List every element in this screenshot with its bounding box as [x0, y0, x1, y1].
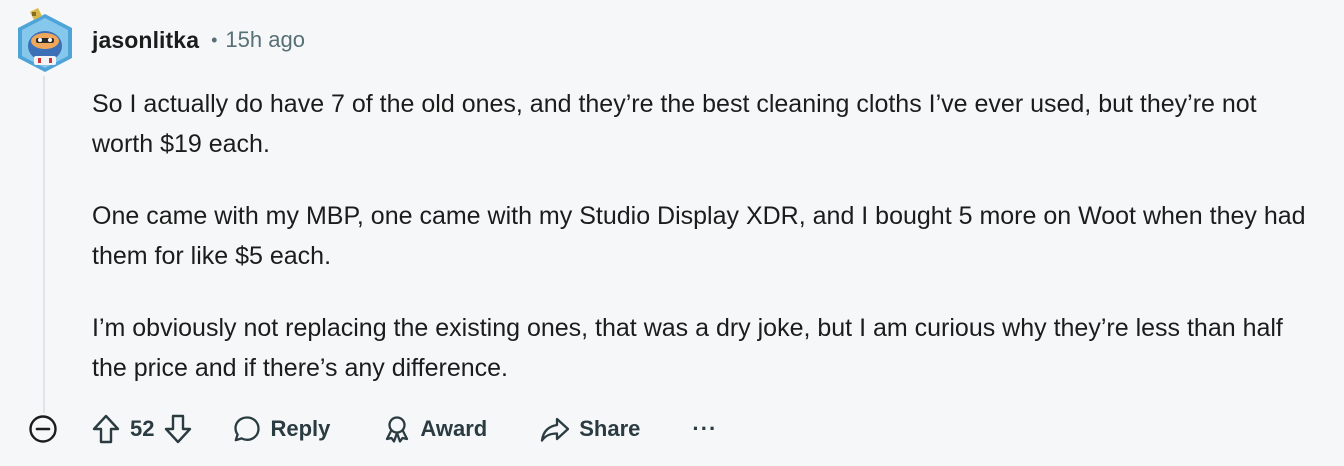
avatar-icon: [18, 8, 72, 72]
reply-label: Reply: [270, 416, 331, 441]
timestamp[interactable]: 15h ago: [225, 27, 305, 53]
minus-circle-icon: [29, 415, 57, 443]
collapse-button[interactable]: [27, 413, 59, 445]
vote-controls: 52: [88, 411, 196, 447]
award-label: Award: [420, 416, 488, 441]
reply-button[interactable]: Reply: [232, 414, 330, 444]
share-arrow-icon: [541, 417, 570, 442]
username-link[interactable]: jasonlitka: [92, 27, 199, 54]
comment-body: So I actually do have 7 of the old ones,…: [92, 84, 1322, 388]
meta-separator: •: [211, 29, 218, 50]
more-options-button[interactable]: ···: [692, 416, 717, 442]
share-label: Share: [579, 416, 641, 441]
thread-line: [43, 76, 45, 416]
arrow-down-icon: [165, 414, 192, 444]
award-button[interactable]: Award: [382, 414, 487, 444]
comment-paragraph: One came with my MBP, one came with my S…: [92, 202, 1306, 270]
speech-bubble-icon: [234, 416, 261, 442]
comment-header: jasonlitka • 15h ago: [92, 24, 305, 56]
vote-count: 52: [130, 416, 155, 441]
action-bar: 52 Reply Award Share ···: [88, 406, 717, 452]
avatar[interactable]: [14, 8, 76, 74]
comment-paragraph: I’m obviously not replacing the existing…: [92, 314, 1283, 382]
arrow-up-icon: [92, 414, 120, 444]
award-ribbon-icon: [386, 416, 409, 443]
share-button[interactable]: Share: [539, 414, 640, 444]
comment-paragraph: So I actually do have 7 of the old ones,…: [92, 90, 1257, 158]
downvote-button[interactable]: [160, 411, 196, 447]
upvote-button[interactable]: [88, 411, 124, 447]
